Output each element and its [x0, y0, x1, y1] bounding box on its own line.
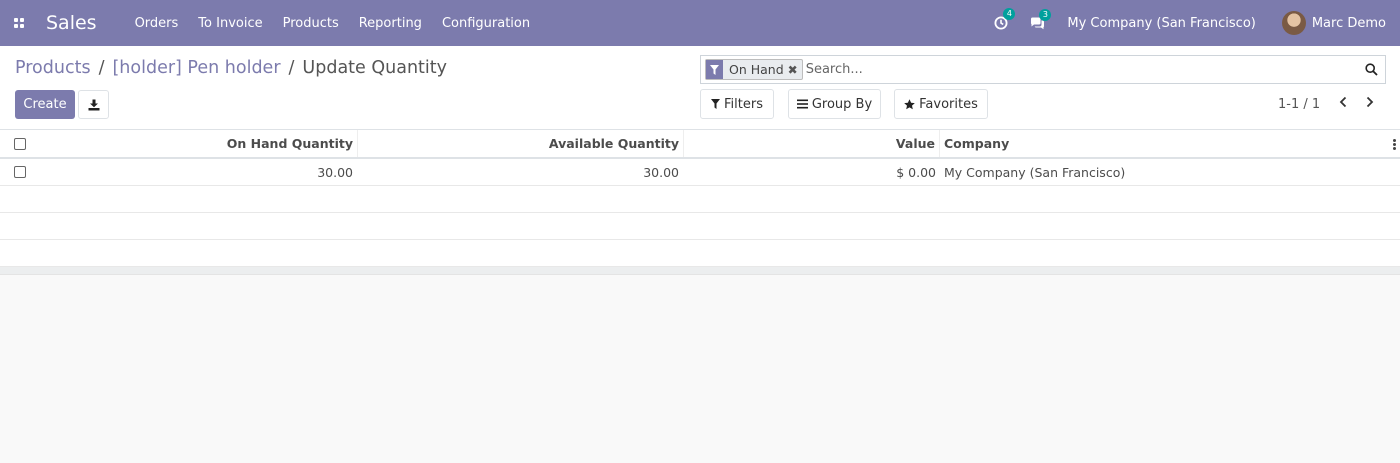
- breadcrumb-products[interactable]: Products: [15, 58, 91, 78]
- column-header-company[interactable]: Company: [940, 130, 1390, 157]
- filter-icon: [706, 60, 723, 79]
- systray: 4 3 My Company (San Francisco) Marc Demo: [994, 0, 1386, 46]
- empty-row: [0, 213, 1400, 240]
- top-navbar: Sales Orders To Invoice Products Reporti…: [0, 0, 1400, 46]
- messages-button[interactable]: 3: [1030, 8, 1052, 30]
- star-icon: [904, 98, 915, 109]
- menu-reporting[interactable]: Reporting: [359, 16, 422, 31]
- app-name[interactable]: Sales: [46, 12, 97, 34]
- user-menu[interactable]: Marc Demo: [1312, 16, 1386, 31]
- page-title: Update Quantity: [302, 58, 447, 78]
- column-header-on-hand[interactable]: On Hand Quantity: [38, 130, 358, 157]
- activity-count-badge: 4: [1003, 8, 1016, 20]
- cell-available-quantity: 30.00: [643, 165, 679, 180]
- filters-label: Filters: [724, 96, 763, 112]
- search-icon[interactable]: [1365, 63, 1378, 76]
- chevron-left-icon[interactable]: [1338, 96, 1348, 108]
- create-button[interactable]: Create: [15, 90, 75, 119]
- search-input[interactable]: [805, 57, 1346, 82]
- company-switcher[interactable]: My Company (San Francisco): [1067, 16, 1255, 31]
- activity-button[interactable]: 4: [994, 8, 1016, 30]
- download-icon: [88, 99, 99, 110]
- table-header: On Hand Quantity Available Quantity Valu…: [0, 130, 1400, 159]
- cell-value: $ 0.00: [896, 165, 936, 180]
- bars-icon: [796, 99, 808, 109]
- chevron-right-icon[interactable]: [1365, 96, 1375, 108]
- search-bar: On Hand ✖: [700, 55, 1386, 84]
- menu-configuration[interactable]: Configuration: [442, 16, 530, 31]
- row-checkbox[interactable]: [14, 166, 26, 178]
- breadcrumb-product[interactable]: [holder] Pen holder: [112, 58, 280, 78]
- menu-products[interactable]: Products: [283, 16, 339, 31]
- empty-row: [0, 186, 1400, 213]
- pager-value[interactable]: 1-1 / 1: [1278, 97, 1320, 112]
- apps-menu-icon[interactable]: [0, 0, 30, 46]
- optional-columns-toggle[interactable]: [1393, 139, 1396, 151]
- breadcrumb-separator: /: [98, 58, 105, 78]
- table-footer: [0, 267, 1400, 275]
- cell-company: My Company (San Francisco): [944, 165, 1126, 180]
- column-header-available[interactable]: Available Quantity: [358, 130, 684, 157]
- cell-on-hand-quantity[interactable]: 30.00: [38, 159, 358, 186]
- breadcrumb-separator: /: [288, 58, 295, 78]
- table-row[interactable]: 30.00 30.00 $ 0.00 My Company (San Franc…: [0, 159, 1400, 186]
- breadcrumb: Products / [holder] Pen holder / Update …: [15, 58, 447, 78]
- filters-button[interactable]: Filters: [700, 89, 774, 119]
- group-by-button[interactable]: Group By: [788, 89, 881, 119]
- control-panel: Products / [holder] Pen holder / Update …: [0, 46, 1400, 130]
- main-menu: Orders To Invoice Products Reporting Con…: [135, 16, 551, 31]
- menu-orders[interactable]: Orders: [135, 16, 179, 31]
- empty-row: [0, 240, 1400, 267]
- search-facet-on-hand: On Hand ✖: [705, 59, 803, 80]
- download-button[interactable]: [78, 90, 109, 119]
- favorites-label: Favorites: [919, 96, 978, 112]
- menu-to-invoice[interactable]: To Invoice: [198, 16, 262, 31]
- facet-label: On Hand: [729, 62, 784, 77]
- facet-remove-icon[interactable]: ✖: [788, 63, 802, 77]
- favorites-button[interactable]: Favorites: [894, 89, 988, 119]
- group-by-label: Group By: [811, 96, 873, 112]
- select-all-checkbox[interactable]: [14, 138, 26, 150]
- column-header-value[interactable]: Value: [684, 130, 940, 157]
- filter-icon: [711, 99, 721, 109]
- user-avatar[interactable]: [1281, 11, 1306, 35]
- list-view: On Hand Quantity Available Quantity Valu…: [0, 130, 1400, 275]
- message-count-badge: 3: [1039, 8, 1052, 21]
